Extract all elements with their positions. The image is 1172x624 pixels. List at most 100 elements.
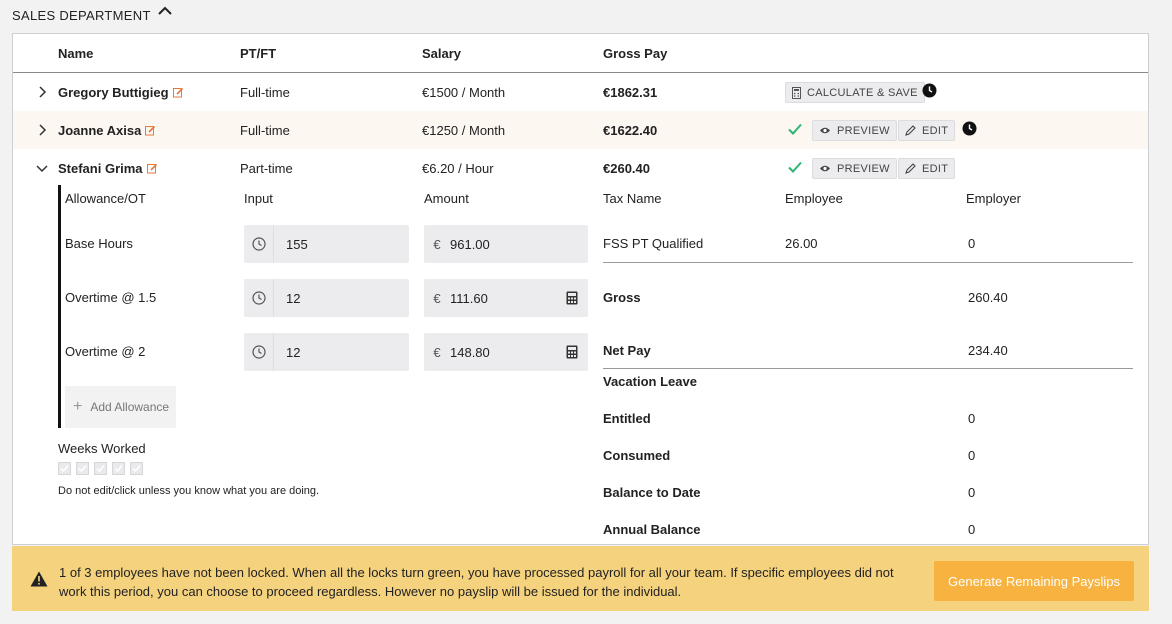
warning-icon	[30, 571, 48, 587]
week-checkbox[interactable]	[112, 462, 125, 475]
gross-pay: €260.40	[603, 161, 650, 176]
weeks-warning-note: Do not edit/click unless you know what y…	[58, 485, 320, 497]
calculator-icon[interactable]	[566, 345, 578, 359]
clock-icon	[251, 237, 266, 251]
table-row: Gregory Buttigieg Full-time €1500 / Mont…	[13, 73, 1148, 111]
chevron-up-icon[interactable]	[157, 4, 173, 18]
chevron-right-icon[interactable]	[35, 123, 49, 137]
check-icon	[788, 123, 802, 135]
checkmark-icon	[114, 465, 123, 473]
eye-icon	[820, 127, 830, 134]
currency-symbol: €	[433, 236, 441, 252]
week-checkbox[interactable]	[94, 462, 107, 475]
edit-icon[interactable]	[172, 87, 184, 98]
calculator-icon	[792, 86, 801, 99]
column-header-salary: Salary	[422, 46, 462, 61]
edit-icon[interactable]	[145, 125, 156, 136]
employer-header: Employer	[966, 191, 1021, 206]
amount-field[interactable]: € 148.80	[424, 333, 588, 371]
hours-input[interactable]: 12	[244, 333, 409, 371]
leave-value: 0	[968, 448, 976, 463]
leave-label: Consumed	[603, 448, 671, 463]
generate-payslips-button[interactable]: Generate Remaining Payslips	[934, 561, 1134, 601]
employee-name-text: Gregory Buttigieg	[58, 85, 169, 100]
calculate-save-button[interactable]: CALCULATE & SAVE	[785, 82, 925, 103]
calculator-icon[interactable]	[566, 291, 578, 305]
department-title: SALES DEPARTMENT	[12, 7, 151, 23]
divider	[603, 262, 1133, 263]
input-header: Input	[244, 191, 273, 206]
plus-icon: +	[73, 398, 83, 415]
weeks-worked-checkboxes	[58, 462, 148, 475]
clock-icon[interactable]	[922, 83, 937, 98]
clock-icon	[251, 345, 266, 359]
detail-indicator-bar	[58, 185, 61, 428]
clock-icon[interactable]	[962, 121, 977, 136]
leave-value: 0	[968, 485, 976, 500]
employee-name[interactable]: Stefani Grima	[58, 161, 158, 176]
net-pay-label: Net Pay	[603, 343, 651, 358]
eye-icon	[820, 165, 830, 172]
allowance-label: Base Hours	[65, 236, 133, 251]
salary: €6.20 / Hour	[422, 161, 494, 176]
checkmark-icon	[132, 465, 141, 473]
pencil-icon	[905, 125, 916, 136]
edit-button[interactable]: EDIT	[898, 158, 956, 179]
checkmark-icon	[78, 465, 87, 473]
leave-value: 0	[968, 411, 976, 426]
table-row: Joanne Axisa Full-time €1250 / Month €16…	[13, 111, 1148, 149]
edit-button[interactable]: EDIT	[898, 120, 956, 141]
employee-name-text: Stefani Grima	[58, 161, 143, 176]
edit-icon[interactable]	[146, 163, 158, 174]
chevron-down-icon[interactable]	[35, 161, 49, 175]
payroll-card: Name PT/FT Salary Gross Pay Gregory Butt…	[12, 33, 1149, 545]
employee-name[interactable]: Gregory Buttigieg	[58, 85, 184, 100]
chevron-right-icon[interactable]	[35, 85, 49, 99]
hours-input[interactable]: 12	[244, 279, 409, 317]
employee-header: Employee	[785, 191, 843, 206]
gross-pay: €1862.31	[603, 85, 658, 100]
amount-header: Amount	[424, 191, 469, 206]
week-checkbox[interactable]	[58, 462, 71, 475]
checkmark-icon	[96, 465, 105, 473]
tax-name: FSS PT Qualified	[603, 236, 704, 251]
add-allowance-button[interactable]: + Add Allowance	[65, 386, 176, 428]
net-pay-value: 234.40	[968, 343, 1008, 358]
preview-button[interactable]: PREVIEW	[812, 158, 897, 179]
employee-name-text: Joanne Axisa	[58, 123, 142, 138]
week-checkbox[interactable]	[130, 462, 143, 475]
leave-value: 0	[968, 522, 976, 537]
tax-name-header: Tax Name	[603, 191, 662, 206]
gross-value: 260.40	[968, 290, 1008, 305]
clock-icon	[251, 291, 266, 305]
allowance-label: Overtime @ 1.5	[65, 290, 157, 305]
column-header-name: Name	[58, 46, 94, 61]
gross-pay: €1622.40	[603, 123, 658, 138]
week-checkbox[interactable]	[76, 462, 89, 475]
table-row: Stefani Grima Part-time €6.20 / Hour €26…	[13, 149, 1148, 187]
employment-type: Part-time	[240, 161, 293, 176]
leave-label: Entitled	[603, 411, 651, 426]
employee-name[interactable]: Joanne Axisa	[58, 123, 156, 138]
divider	[603, 368, 1133, 369]
employment-type: Full-time	[240, 123, 290, 138]
amount-field[interactable]: € 111.60	[424, 279, 588, 317]
warning-banner: 1 of 3 employees have not been locked. W…	[12, 546, 1149, 611]
salary: €1500 / Month	[422, 85, 506, 100]
preview-button[interactable]: PREVIEW	[812, 120, 897, 141]
warning-message: 1 of 3 employees have not been locked. W…	[59, 565, 894, 599]
checkmark-icon	[60, 465, 69, 473]
gross-label: Gross	[603, 290, 641, 305]
amount-field[interactable]: € 961.00	[424, 225, 588, 263]
employment-type: Full-time	[240, 85, 290, 100]
leave-label: Annual Balance	[603, 522, 701, 537]
allowance-header: Allowance/OT	[65, 191, 146, 206]
salary: €1250 / Month	[422, 123, 506, 138]
hours-input[interactable]: 155	[244, 225, 409, 263]
pencil-icon	[905, 163, 916, 174]
allowance-label: Overtime @ 2	[65, 344, 146, 359]
check-icon	[788, 161, 802, 173]
vacation-leave-label: Vacation Leave	[603, 374, 697, 389]
column-header-gross: Gross Pay	[603, 46, 668, 61]
tax-employee-value: 26.00	[785, 236, 818, 251]
